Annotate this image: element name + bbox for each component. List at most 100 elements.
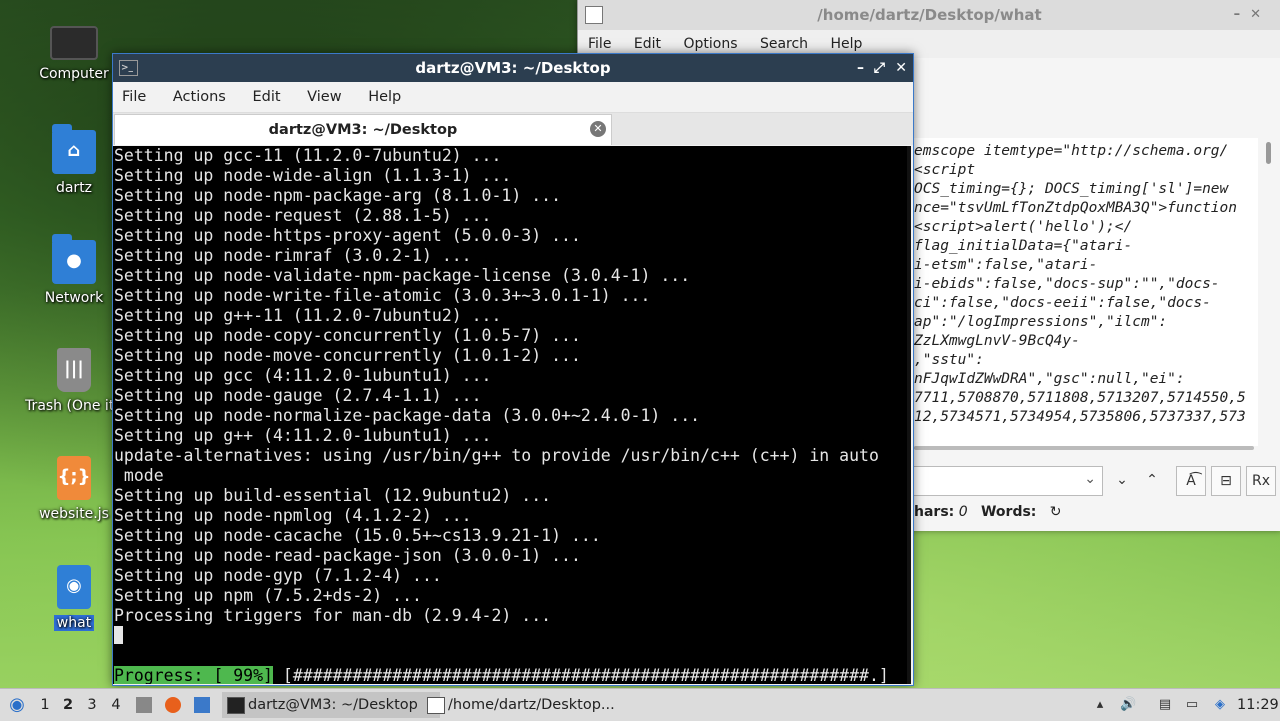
terminal-line: Setting up node-rimraf (3.0.2-1) ... bbox=[114, 246, 472, 265]
desktop-icon-label: what bbox=[53, 615, 95, 631]
firefox-launcher-icon[interactable] bbox=[165, 697, 181, 713]
text-editor-app-icon bbox=[427, 697, 445, 714]
trash-icon: ||| bbox=[57, 348, 91, 392]
terminal-line: Setting up node-move-concurrently (1.0.1… bbox=[114, 346, 581, 365]
javascript-file-icon: {;} bbox=[57, 456, 91, 500]
editor-titlebar[interactable]: /home/dartz/Desktop/what –✕ bbox=[578, 0, 1280, 30]
terminal-window[interactable]: >_ dartz@VM3: ~/Desktop – ⤢ ✕ File Actio… bbox=[112, 53, 914, 686]
terminal-line: Setting up node-gyp (7.1.2-4) ... bbox=[114, 566, 442, 585]
taskbar: ◉ 1 2 3 4 dartz@VM3: ~/Desktop /home/dar… bbox=[0, 688, 1280, 721]
progress-line: Progress: [ 99%] [######################… bbox=[113, 666, 911, 684]
terminal-line: Setting up node-wide-align (1.1.3-1) ... bbox=[114, 166, 512, 185]
terminal-scrollbar[interactable] bbox=[907, 146, 911, 684]
text-editor-app-icon bbox=[585, 6, 603, 24]
terminal-line: Setting up gcc-11 (11.2.0-7ubuntu2) ... bbox=[114, 146, 502, 165]
terminal-tab[interactable]: dartz@VM3: ~/Desktop ✕ bbox=[114, 114, 612, 145]
workspace-3[interactable]: 3 bbox=[83, 689, 101, 721]
whole-word-button[interactable]: ⊟ bbox=[1211, 466, 1241, 496]
terminal-line: Setting up node-gauge (2.7.4-1.1) ... bbox=[114, 386, 482, 405]
editor-vertical-scrollbar[interactable] bbox=[1266, 142, 1271, 164]
terminal-line: Setting up node-normalize-package-data (… bbox=[114, 406, 701, 425]
taskbar-task-terminal[interactable]: dartz@VM3: ~/Desktop bbox=[222, 692, 440, 718]
words-label: Words: bbox=[980, 504, 1037, 520]
terminal-menubar: File Actions Edit View Help bbox=[113, 82, 913, 112]
chevron-down-icon[interactable]: ⌄ bbox=[1084, 471, 1096, 487]
show-desktop-icon[interactable] bbox=[194, 697, 210, 713]
taskbar-task-editor[interactable]: /home/dartz/Desktop... bbox=[422, 692, 640, 718]
volume-icon[interactable]: 🔊 bbox=[1120, 697, 1136, 713]
workspace-4[interactable]: 4 bbox=[107, 689, 125, 721]
chars-value: 0 bbox=[958, 504, 968, 520]
progress-label: Progress: [ 99%] bbox=[114, 666, 273, 684]
terminal-line: Setting up node-npmlog (4.1.2-2) ... bbox=[114, 506, 472, 525]
html-file-icon: ◉ bbox=[57, 565, 91, 609]
clipboard-icon[interactable]: ▤ bbox=[1157, 697, 1173, 713]
chars-label: hars: bbox=[914, 504, 955, 520]
editor-menu-file[interactable]: File bbox=[588, 36, 611, 52]
editor-menu-search[interactable]: Search bbox=[760, 36, 808, 52]
terminal-line: Setting up gcc (4:11.2.0-1ubuntu1) ... bbox=[114, 366, 492, 385]
progress-bar-text: [#######################################… bbox=[272, 666, 889, 684]
monitor-icon[interactable]: ▭ bbox=[1184, 697, 1200, 713]
task-label: /home/dartz/Desktop... bbox=[448, 697, 615, 713]
clock[interactable]: 11:29 bbox=[1237, 689, 1279, 721]
app-menu-icon[interactable]: ◉ bbox=[6, 689, 28, 721]
terminal-line: Setting up node-copy-concurrently (1.0.5… bbox=[114, 326, 581, 345]
terminal-menu-file[interactable]: File bbox=[122, 89, 146, 105]
editor-horizontal-scrollbar[interactable] bbox=[914, 446, 1254, 450]
updates-icon[interactable]: ◈ bbox=[1212, 697, 1228, 713]
terminal-line: Setting up g++ (4:11.2.0-1ubuntu1) ... bbox=[114, 426, 492, 445]
terminal-window-title: dartz@VM3: ~/Desktop bbox=[415, 59, 611, 77]
close-icon[interactable]: ✕ bbox=[895, 54, 907, 82]
editor-menu-options[interactable]: Options bbox=[683, 36, 737, 52]
task-label: dartz@VM3: ~/Desktop bbox=[248, 697, 418, 713]
computer-icon bbox=[50, 26, 98, 60]
terminal-line: Setting up g++-11 (11.2.0-7ubuntu2) ... bbox=[114, 306, 502, 325]
minimize-icon[interactable]: – bbox=[857, 54, 864, 82]
terminal-titlebar[interactable]: >_ dartz@VM3: ~/Desktop – ⤢ ✕ bbox=[113, 54, 913, 82]
match-case-button[interactable]: A͡ bbox=[1176, 466, 1206, 496]
refresh-icon[interactable]: ↻ bbox=[1050, 504, 1062, 520]
editor-statusbar: hars: 0 Words: ↻ bbox=[914, 504, 1062, 520]
terminal-tabbar: dartz@VM3: ~/Desktop ✕ bbox=[113, 112, 913, 145]
maximize-icon[interactable]: ⤢ bbox=[874, 54, 885, 82]
terminal-line: Setting up node-cacache (15.0.5+~cs13.9.… bbox=[114, 526, 601, 545]
find-next-button[interactable]: ⌄ bbox=[1108, 466, 1136, 494]
terminal-cursor-line bbox=[113, 626, 911, 646]
file-manager-launcher-icon[interactable] bbox=[136, 697, 152, 713]
terminal-line: update-alternatives: using /usr/bin/g++ … bbox=[114, 446, 879, 465]
terminal-menu-help[interactable]: Help bbox=[368, 89, 401, 105]
search-input[interactable]: ⌄ bbox=[911, 466, 1103, 496]
editor-menu-help[interactable]: Help bbox=[831, 36, 863, 52]
terminal-line: Setting up node-validate-npm-package-lic… bbox=[114, 266, 691, 285]
regex-button[interactable]: Rx bbox=[1246, 466, 1276, 496]
terminal-line: Setting up node-https-proxy-agent (5.0.0… bbox=[114, 226, 581, 245]
workspace-1[interactable]: 1 bbox=[36, 689, 54, 721]
network-folder-icon: ● bbox=[52, 234, 96, 284]
terminal-line: Setting up node-npm-package-arg (8.1.0-1… bbox=[114, 186, 562, 205]
terminal-line: Setting up node-write-file-atomic (3.0.3… bbox=[114, 286, 651, 305]
terminal-menu-actions[interactable]: Actions bbox=[173, 89, 226, 105]
terminal-line: Setting up node-read-package-json (3.0.0… bbox=[114, 546, 581, 565]
tab-close-icon[interactable]: ✕ bbox=[590, 121, 606, 137]
workspace-2[interactable]: 2 bbox=[59, 689, 77, 721]
find-previous-button[interactable]: ⌃ bbox=[1138, 466, 1166, 494]
editor-menu-edit[interactable]: Edit bbox=[634, 36, 661, 52]
terminal-app-icon: >_ bbox=[119, 60, 138, 76]
terminal-tab-label: dartz@VM3: ~/Desktop bbox=[268, 122, 458, 138]
terminal-menu-view[interactable]: View bbox=[307, 89, 341, 105]
window-controls[interactable]: –✕ bbox=[1234, 0, 1271, 30]
terminal-line: Setting up npm (7.5.2+ds-2) ... bbox=[114, 586, 422, 605]
text-cursor bbox=[114, 626, 123, 644]
home-folder-icon: ⌂ bbox=[52, 124, 96, 174]
terminal-app-icon bbox=[227, 697, 245, 714]
terminal-line: mode bbox=[114, 466, 164, 485]
terminal-line: Processing triggers for man-db (2.9.4-2)… bbox=[114, 606, 552, 625]
terminal-line: Setting up build-essential (12.9ubuntu2)… bbox=[114, 486, 552, 505]
terminal-menu-edit[interactable]: Edit bbox=[252, 89, 280, 105]
terminal-line: Setting up node-request (2.88.1-5) ... bbox=[114, 206, 492, 225]
terminal-output[interactable]: Setting up gcc-11 (11.2.0-7ubuntu2) ... … bbox=[113, 146, 911, 684]
tray-expand-icon[interactable]: ▴ bbox=[1092, 697, 1108, 713]
editor-window-title: /home/dartz/Desktop/what bbox=[817, 6, 1042, 24]
